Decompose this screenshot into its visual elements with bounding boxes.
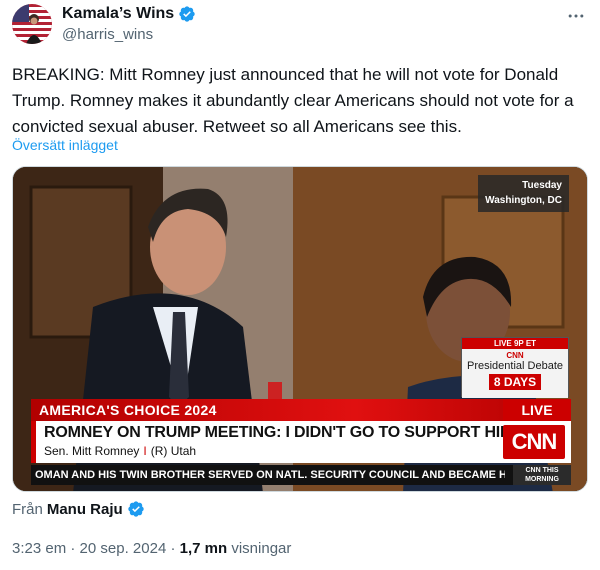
author-names: Kamala’s Wins @harris_wins [62, 5, 196, 43]
subject-separator: I [143, 444, 147, 458]
meta-separator: · [70, 540, 76, 557]
translate-link[interactable]: Översätt inlägget [12, 137, 118, 153]
tweet-meta: 3:23 em · 20 sep. 2024 · 1,7 mn visninga… [12, 540, 291, 557]
source-attribution: Från Manu Raju [12, 500, 145, 518]
meta-separator: · [170, 540, 176, 557]
cnn-logo: CNN [503, 425, 565, 459]
chyron-main: ROMNEY ON TRUMP MEETING: I DIDN'T GO TO … [31, 421, 571, 463]
display-name-row: Kamala’s Wins [62, 5, 196, 23]
promo-logo: CNN [506, 351, 524, 360]
post-date[interactable]: 20 sep. 2024 [80, 540, 167, 557]
debate-promo: LIVE 9P ET CNN Presidential Debate 8 DAY… [461, 337, 569, 398]
subject-party: (R) Utah [150, 444, 197, 458]
ticker-text: OMAN AND HIS TWIN BROTHER SERVED ON NATL… [35, 469, 505, 481]
live-badge: LIVE [503, 399, 571, 421]
bug-location: Washington, DC [485, 195, 562, 206]
bug-day: Tuesday [522, 180, 562, 191]
views-label: visningar [231, 540, 292, 557]
promo-days: 8 DAYS [488, 374, 542, 390]
more-dots-icon [568, 14, 584, 18]
chyron-headline: ROMNEY ON TRUMP MEETING: I DIDN'T GO TO … [44, 424, 514, 441]
subject-name: Sen. Mitt Romney [44, 444, 140, 458]
video-media[interactable]: Tuesday Washington, DC LIVE 9P ET CNN Pr… [12, 166, 588, 492]
chyron-topline: AMERICA'S CHOICE 2024 LIVE [31, 399, 571, 421]
avatar[interactable] [12, 4, 52, 44]
tweet-text: BREAKING: Mitt Romney just announced tha… [12, 65, 574, 136]
chyron-subject: Sen. Mitt Romney I (R) Utah [44, 444, 196, 458]
chyron-label: AMERICA'S CHOICE 2024 [39, 402, 217, 418]
post-time[interactable]: 3:23 em [12, 540, 66, 557]
display-name[interactable]: Kamala’s Wins [62, 5, 174, 23]
verified-badge-icon [128, 501, 144, 517]
news-ticker: OMAN AND HIS TWIN BROTHER SERVED ON NATL… [31, 465, 571, 485]
promo-live-label: LIVE 9P ET [462, 338, 568, 349]
avatar-image [12, 4, 52, 44]
promo-title: Presidential Debate [466, 360, 563, 372]
show-name-line1: CNN THIS [525, 467, 559, 474]
show-name-line2: MORNING [525, 476, 559, 483]
promo-box: CNN Presidential Debate 8 DAYS [462, 349, 568, 398]
show-name-badge: CNN THIS MORNING [513, 465, 571, 485]
location-bug: Tuesday Washington, DC [478, 175, 569, 212]
source-account-link[interactable]: Manu Raju [47, 501, 123, 518]
tweet-header: Kamala’s Wins @harris_wins [12, 4, 588, 52]
views-count: 1,7 mn [179, 540, 228, 557]
more-options-icon[interactable] [564, 6, 588, 26]
source-prefix: Från [12, 500, 43, 518]
user-handle[interactable]: @harris_wins [62, 26, 196, 43]
verified-badge-icon[interactable] [178, 5, 196, 23]
